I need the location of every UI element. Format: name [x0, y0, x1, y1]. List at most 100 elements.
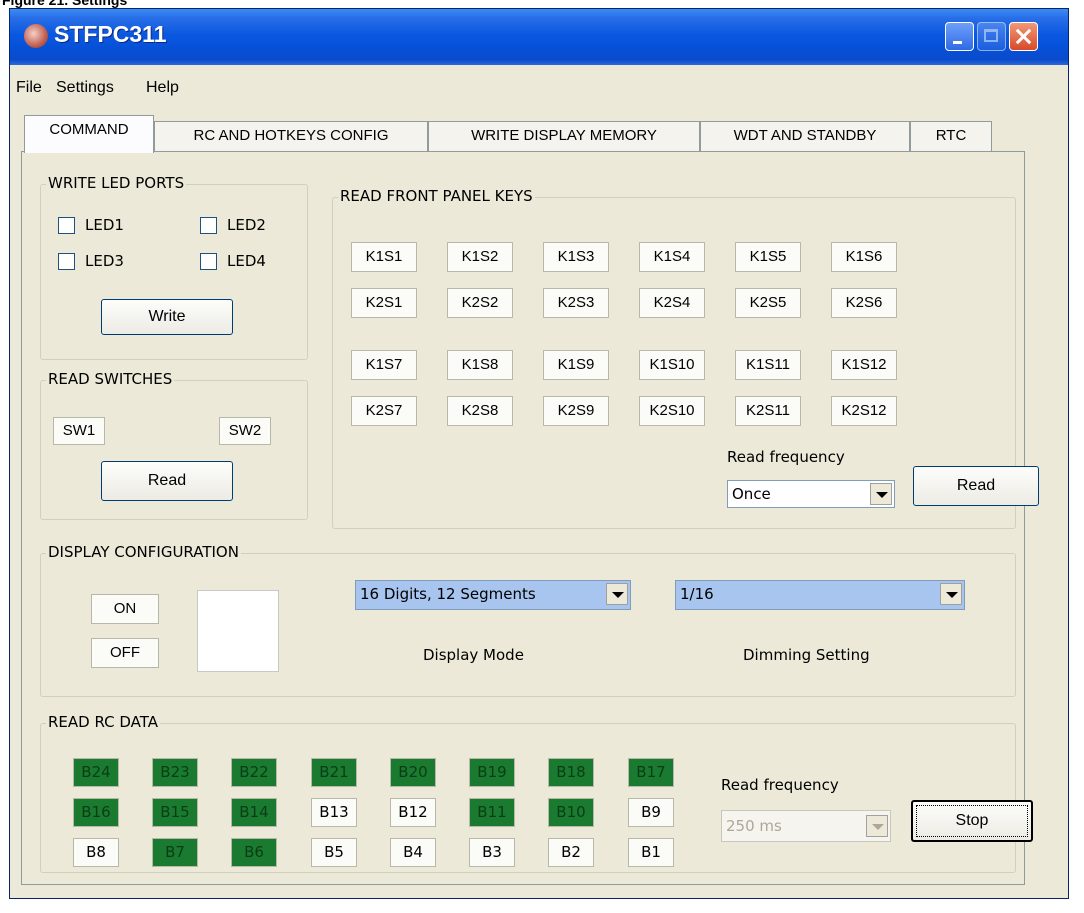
display-on-button[interactable]: ON	[91, 594, 159, 624]
rc-bit-b10: B10	[548, 798, 594, 827]
app-window: STFPC311 File Settings Help COMMAND RC A…	[9, 8, 1069, 899]
read-switches-title: READ SWITCHES	[46, 370, 175, 388]
chevron-down-icon[interactable]	[870, 483, 892, 505]
rc-bit-b21: B21	[311, 758, 357, 787]
key-k2s8: K2S8	[447, 396, 513, 426]
display-mode-label: Display Mode	[423, 646, 524, 664]
key-k2s2: K2S2	[447, 288, 513, 318]
display-config-group: DISPLAY CONFIGURATION ON OFF 16 Digits, …	[40, 543, 1016, 697]
tab-rtc[interactable]: RTC	[910, 121, 992, 151]
rc-bit-b19: B19	[469, 758, 515, 787]
key-k2s7: K2S7	[351, 396, 417, 426]
menu-help[interactable]: Help	[146, 79, 179, 97]
write-led-button[interactable]: Write	[101, 299, 233, 335]
key-k1s4: K1S4	[639, 242, 705, 272]
rc-bit-b15: B15	[152, 798, 198, 827]
display-config-title: DISPLAY CONFIGURATION	[46, 543, 241, 561]
rc-bit-b16: B16	[73, 798, 119, 827]
rc-data-group: READ RC DATA Read frequency 250 ms Stop …	[40, 713, 1033, 873]
read-switches-group: READ SWITCHES SW1 SW2 Read	[40, 370, 308, 520]
rc-bit-b9: B9	[628, 798, 674, 827]
tab-rc-hotkeys[interactable]: RC AND HOTKEYS CONFIG	[154, 121, 428, 151]
key-k2s3: K2S3	[543, 288, 609, 318]
rc-data-title: READ RC DATA	[46, 713, 161, 731]
menu-file[interactable]: File	[16, 79, 42, 97]
led1-checkbox[interactable]	[58, 217, 75, 234]
tab-write-display[interactable]: WRITE DISPLAY MEMORY	[428, 121, 700, 151]
rc-bit-b23: B23	[152, 758, 198, 787]
display-mode-value: 16 Digits, 12 Segments	[360, 585, 536, 603]
rc-bit-b3: B3	[469, 838, 515, 867]
rc-bit-b20: B20	[390, 758, 436, 787]
dimming-label: Dimming Setting	[743, 646, 870, 664]
led4-checkbox[interactable]	[200, 253, 217, 270]
key-k2s4: K2S4	[639, 288, 705, 318]
chevron-down-icon[interactable]	[940, 583, 962, 605]
key-k1s6: K1S6	[831, 242, 897, 272]
display-status-box	[197, 590, 279, 672]
rc-bit-b18: B18	[548, 758, 594, 787]
caption-text: Figure 21. Settings	[2, 0, 128, 8]
rc-freq-label: Read frequency	[721, 776, 839, 794]
key-k1s5: K1S5	[735, 242, 801, 272]
rc-freq-select[interactable]: 250 ms	[721, 810, 891, 842]
tab-wdt-standby[interactable]: WDT AND STANDBY	[700, 121, 910, 151]
sw2-indicator: SW2	[219, 417, 271, 445]
rc-bit-b24: B24	[73, 758, 119, 787]
menu-settings[interactable]: Settings	[56, 79, 114, 97]
display-mode-select[interactable]: 16 Digits, 12 Segments	[355, 580, 631, 610]
read-keys-button[interactable]: Read	[913, 466, 1039, 506]
display-off-button[interactable]: OFF	[91, 638, 159, 668]
command-panel: WRITE LED PORTS LED1 LED2 LED3 LED4 Writ…	[21, 151, 1039, 885]
led3-label: LED3	[85, 252, 124, 270]
minimize-button[interactable]	[945, 22, 974, 51]
rc-bit-b5: B5	[311, 838, 357, 867]
write-led-group: WRITE LED PORTS LED1 LED2 LED3 LED4 Writ…	[40, 174, 308, 360]
maximize-button[interactable]	[977, 22, 1006, 51]
led4-label: LED4	[227, 252, 266, 270]
led2-checkbox[interactable]	[200, 217, 217, 234]
key-k1s12: K1S12	[831, 350, 897, 380]
key-k1s1: K1S1	[351, 242, 417, 272]
app-icon	[24, 24, 48, 48]
key-k1s8: K1S8	[447, 350, 513, 380]
key-k1s7: K1S7	[351, 350, 417, 380]
led3-checkbox[interactable]	[58, 253, 75, 270]
key-k2s6: K2S6	[831, 288, 897, 318]
sw1-indicator: SW1	[53, 417, 105, 445]
window-title: STFPC311	[54, 21, 167, 47]
key-k1s10: K1S10	[639, 350, 705, 380]
rc-bit-b22: B22	[231, 758, 277, 787]
front-panel-keys-group: READ FRONT PANEL KEYS Read frequency Onc…	[332, 187, 1039, 529]
tab-command[interactable]: COMMAND	[24, 115, 154, 153]
dimming-select[interactable]: 1/16	[675, 580, 965, 610]
rc-bit-b1: B1	[628, 838, 674, 867]
chevron-down-icon[interactable]	[606, 583, 628, 605]
key-k2s5: K2S5	[735, 288, 801, 318]
keys-freq-value: Once	[732, 485, 771, 503]
front-panel-keys-title: READ FRONT PANEL KEYS	[338, 187, 535, 205]
key-k2s10: K2S10	[639, 396, 705, 426]
rc-bit-b13: B13	[311, 798, 357, 827]
keys-freq-label: Read frequency	[727, 448, 845, 466]
keys-freq-select[interactable]: Once	[727, 480, 895, 508]
key-k2s9: K2S9	[543, 396, 609, 426]
key-k1s2: K1S2	[447, 242, 513, 272]
read-switches-button[interactable]: Read	[101, 461, 233, 501]
key-k2s1: K2S1	[351, 288, 417, 318]
figure-caption: Figure 21. Settings	[0, 0, 1084, 8]
key-k1s3: K1S3	[543, 242, 609, 272]
rc-bit-b4: B4	[390, 838, 436, 867]
led1-label: LED1	[85, 216, 124, 234]
title-bar[interactable]: STFPC311	[10, 9, 1068, 65]
rc-bit-b2: B2	[548, 838, 594, 867]
stop-button[interactable]: Stop	[911, 800, 1033, 842]
write-led-title: WRITE LED PORTS	[46, 174, 187, 192]
rc-freq-value: 250 ms	[726, 817, 782, 835]
close-button[interactable]	[1009, 22, 1038, 51]
chevron-down-icon[interactable]	[866, 815, 888, 837]
rc-bit-b14: B14	[231, 798, 277, 827]
key-k1s9: K1S9	[543, 350, 609, 380]
rc-bit-b17: B17	[628, 758, 674, 787]
key-k1s11: K1S11	[735, 350, 801, 380]
